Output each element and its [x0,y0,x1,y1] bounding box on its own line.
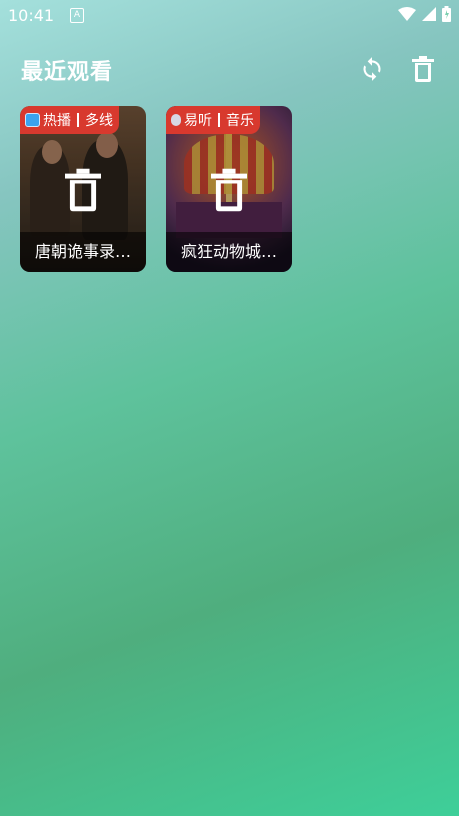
battery-icon [442,6,451,22]
clear-history-button[interactable] [406,52,440,86]
tag-left-label: 热播 [43,113,71,129]
status-bar: 10:41 A [0,0,459,32]
trash-icon [412,56,434,82]
source-tag: 易听 音乐 [166,106,260,134]
card-title: 唐朝诡事录… [20,232,146,272]
trash-icon [211,168,247,212]
tag-right-label: 多线 [85,113,113,129]
notification-icon: A [70,8,84,23]
page-title: 最近观看 [21,60,114,85]
source-tag: 热播 多线 [20,106,119,134]
wifi-icon [398,7,416,21]
tag-right-label: 音乐 [226,113,254,129]
tag-divider [77,113,79,127]
delete-item-button[interactable] [211,168,247,212]
refresh-icon [363,57,381,81]
delete-item-button[interactable] [65,168,101,212]
history-card[interactable]: 热播 多线 唐朝诡事录… [20,106,146,272]
status-time: 10:41 [8,6,55,25]
history-card[interactable]: 易听 音乐 疯狂动物城… [166,106,292,272]
trash-icon [65,168,101,212]
page-header: 最近观看 [0,46,459,92]
microphone-icon [171,114,181,126]
tv-icon [25,113,40,127]
status-icons [398,6,451,22]
card-title: 疯狂动物城… [166,232,292,272]
refresh-button[interactable] [355,52,389,86]
tag-left-label: 易听 [184,113,212,129]
tag-divider [218,113,220,127]
cell-signal-icon [422,7,436,21]
